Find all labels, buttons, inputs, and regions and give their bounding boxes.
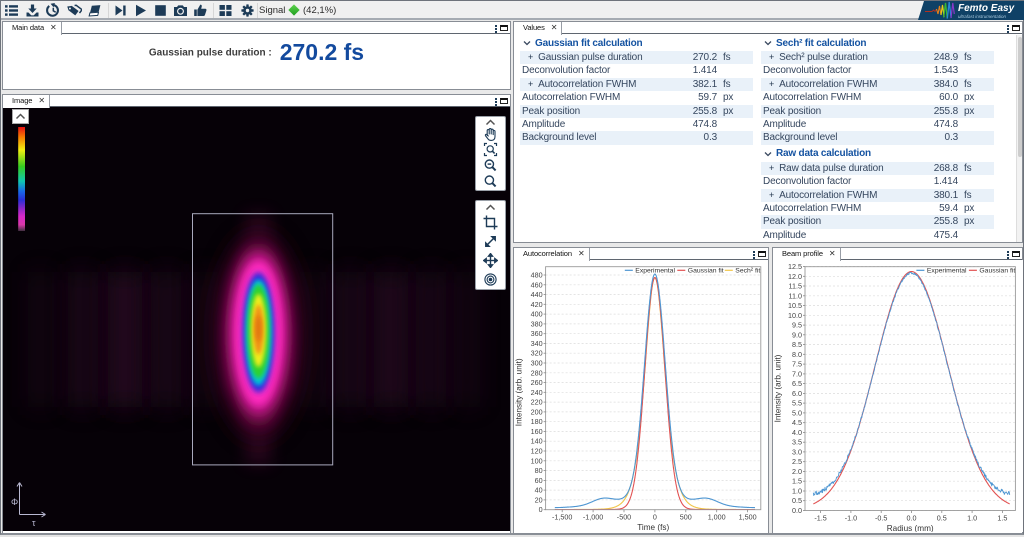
svg-text:-0.5: -0.5 [875,514,887,523]
svg-text:320: 320 [531,349,543,358]
svg-text:460: 460 [531,280,543,289]
svg-text:480: 480 [531,271,543,280]
svg-text:Experimental: Experimental [927,268,967,275]
svg-text:12.0: 12.0 [788,272,802,281]
svg-text:0.5: 0.5 [792,496,802,505]
svg-text:7.0: 7.0 [792,369,802,378]
svg-text:Intensity (arb. unit): Intensity (arb. unit) [515,358,524,426]
svg-text:0: 0 [539,505,543,514]
svg-text:-1,000: -1,000 [583,513,603,522]
svg-text:260: 260 [531,378,543,387]
svg-text:9.0: 9.0 [792,330,802,339]
svg-text:20: 20 [535,495,543,504]
svg-text:-1.5: -1.5 [814,514,826,523]
svg-text:40: 40 [535,486,543,495]
svg-text:2.0: 2.0 [792,467,802,476]
svg-text:Φ: Φ [11,497,18,507]
svg-text:1.5: 1.5 [997,514,1007,523]
svg-text:1.5: 1.5 [792,477,802,486]
svg-text:4.5: 4.5 [792,418,802,427]
svg-text:1,500: 1,500 [739,513,757,522]
svg-text:0.0: 0.0 [907,514,917,523]
svg-text:340: 340 [531,339,543,348]
svg-text:4.0: 4.0 [792,428,802,437]
svg-text:1.0: 1.0 [792,487,802,496]
svg-text:6.0: 6.0 [792,389,802,398]
svg-text:500: 500 [680,513,692,522]
svg-text:60: 60 [535,476,543,485]
svg-text:420: 420 [531,300,543,309]
svg-text:360: 360 [531,329,543,338]
svg-text:-1.0: -1.0 [845,514,857,523]
svg-text:7.5: 7.5 [792,360,802,369]
svg-text:300: 300 [531,359,543,368]
svg-text:9.5: 9.5 [792,321,802,330]
svg-text:440: 440 [531,290,543,299]
svg-text:11.5: 11.5 [789,282,802,291]
svg-text:τ: τ [32,518,36,528]
svg-text:Radius (mm): Radius (mm) [887,524,934,532]
svg-text:6.5: 6.5 [792,379,802,388]
svg-text:1,000: 1,000 [708,513,726,522]
svg-text:180: 180 [531,417,543,426]
svg-text:140: 140 [531,437,543,446]
svg-text:120: 120 [531,447,543,456]
svg-text:Gaussian fit: Gaussian fit [979,268,1015,275]
svg-text:Intensity (arb. unit): Intensity (arb. unit) [774,354,783,422]
svg-text:11.0: 11.0 [789,291,802,300]
svg-text:Sech² fit: Sech² fit [735,268,760,275]
svg-text:5.5: 5.5 [792,399,802,408]
svg-text:400: 400 [531,310,543,319]
svg-text:80: 80 [535,466,543,475]
svg-text:380: 380 [531,319,543,328]
svg-text:5.0: 5.0 [792,408,802,417]
svg-text:220: 220 [531,398,543,407]
svg-text:12.5: 12.5 [788,262,802,271]
svg-text:160: 160 [531,427,543,436]
svg-text:0: 0 [653,513,657,522]
svg-text:100: 100 [531,456,543,465]
svg-text:-1,500: -1,500 [552,513,572,522]
svg-text:3.0: 3.0 [792,447,802,456]
svg-text:8.5: 8.5 [792,340,802,349]
svg-text:Experimental: Experimental [635,268,675,275]
svg-text:10.5: 10.5 [788,301,802,310]
svg-text:0.0: 0.0 [792,506,802,515]
svg-text:8.0: 8.0 [792,350,802,359]
svg-text:Time (fs): Time (fs) [637,523,669,532]
svg-text:3.5: 3.5 [792,438,802,447]
svg-text:Gaussian fit: Gaussian fit [688,268,724,275]
svg-text:240: 240 [531,388,543,397]
svg-text:0.5: 0.5 [937,514,947,523]
svg-text:2.5: 2.5 [792,457,802,466]
svg-text:-500: -500 [617,513,631,522]
svg-text:200: 200 [531,407,543,416]
svg-text:280: 280 [531,368,543,377]
svg-text:10.0: 10.0 [788,311,802,320]
svg-text:1.0: 1.0 [967,514,977,523]
